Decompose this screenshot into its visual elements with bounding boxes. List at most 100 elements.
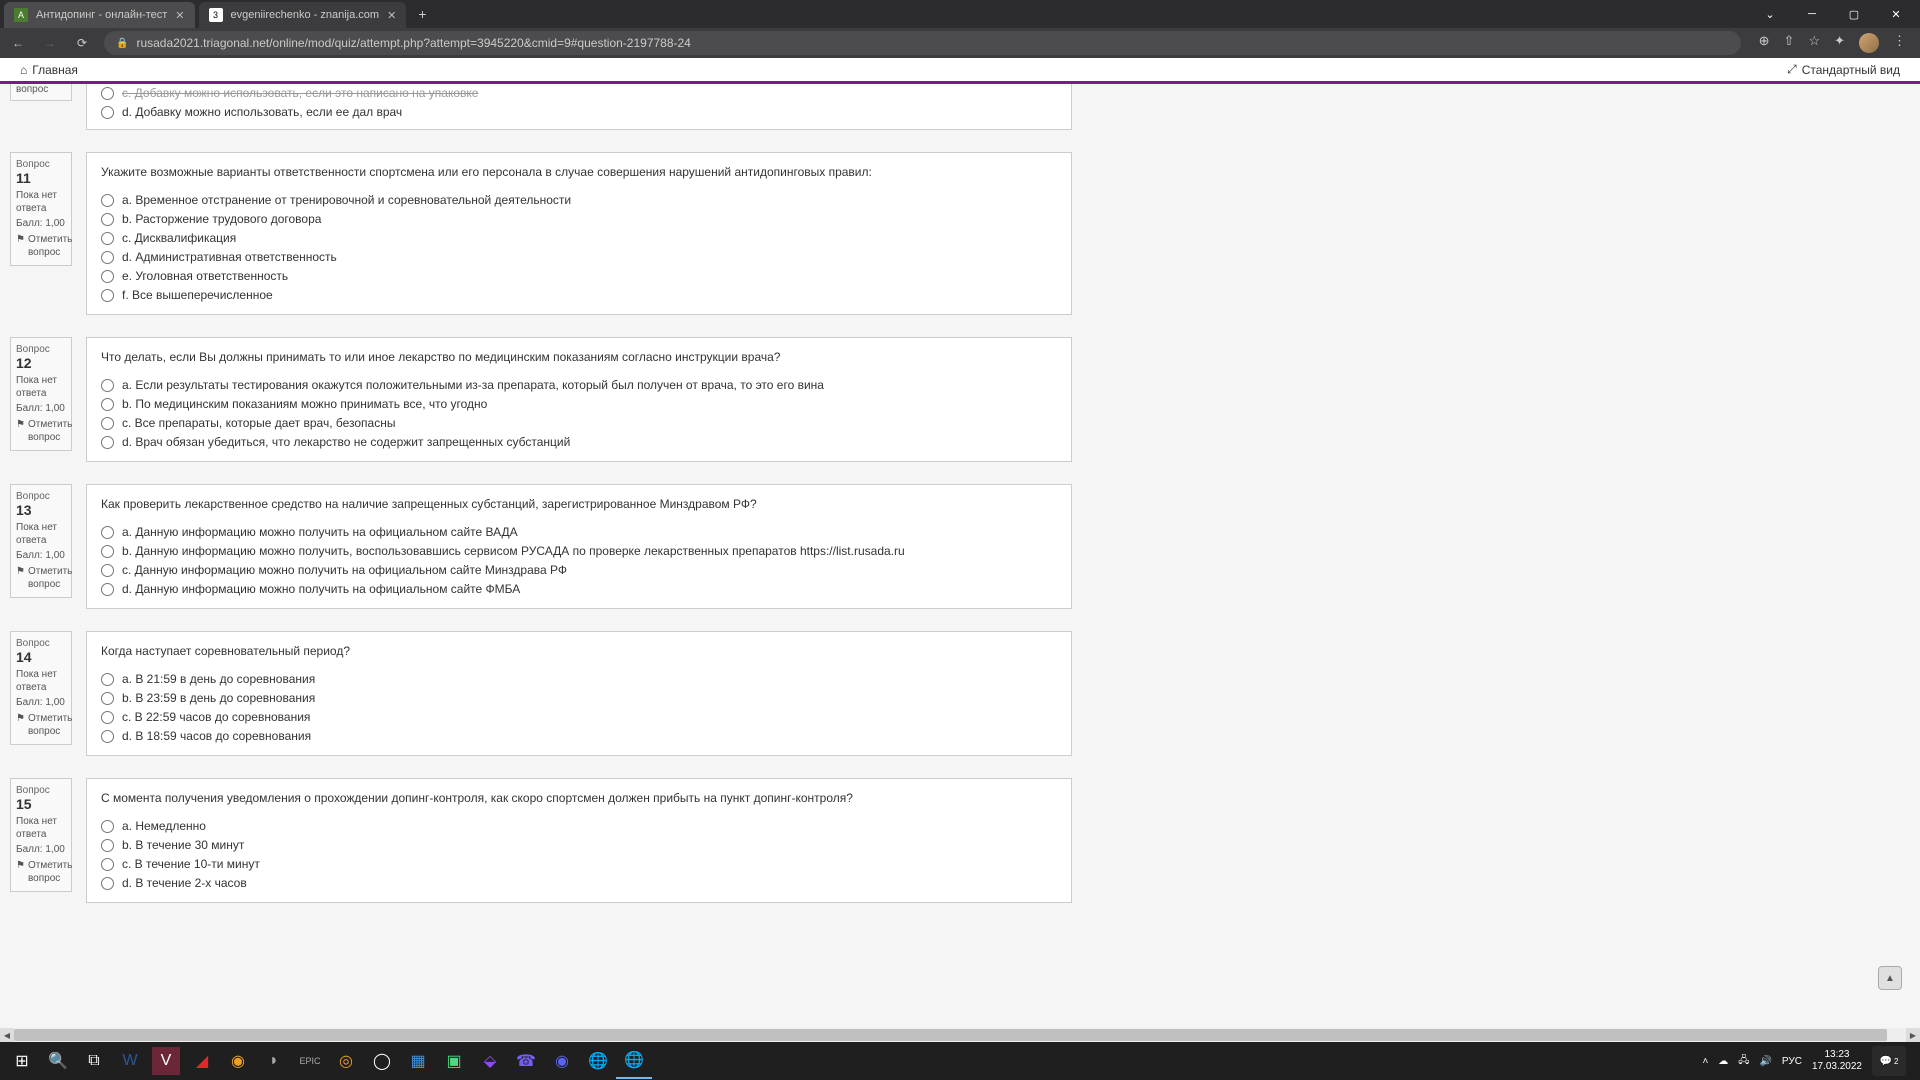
radio-input[interactable] xyxy=(101,213,114,226)
answer-option[interactable]: c. Все препараты, которые дает врач, без… xyxy=(101,416,1057,430)
tab-1[interactable]: A Антидопинг - онлайн-тест ✕ xyxy=(4,2,195,28)
back-button[interactable]: ← xyxy=(8,33,28,53)
url-input[interactable]: 🔒 rusada2021.triagonal.net/online/mod/qu… xyxy=(104,31,1741,55)
chrome-icon[interactable]: 🌐 xyxy=(580,1043,616,1079)
radio-input[interactable] xyxy=(101,711,114,724)
radio-input[interactable] xyxy=(101,564,114,577)
answer-option[interactable]: a. Немедленно xyxy=(101,819,1057,833)
tray-lang[interactable]: РУС xyxy=(1782,1056,1802,1067)
window-maximize-icon[interactable]: ▢ xyxy=(1834,1,1874,27)
flag-question-button[interactable]: ⚑Отметить вопрос xyxy=(16,712,66,738)
radio-input[interactable] xyxy=(101,398,114,411)
answer-option[interactable]: a. Данную информацию можно получить на о… xyxy=(101,525,1057,539)
answer-option[interactable]: e. Уголовная ответственность xyxy=(101,269,1057,283)
app-icon-3[interactable]: ▣ xyxy=(436,1043,472,1079)
profile-avatar[interactable] xyxy=(1859,33,1879,53)
search-icon[interactable]: 🔍 xyxy=(40,1043,76,1079)
tray-clock[interactable]: 13:23 17.03.2022 xyxy=(1812,1049,1862,1073)
radio-input[interactable] xyxy=(101,820,114,833)
new-tab-button[interactable]: + xyxy=(406,6,438,22)
radio-input[interactable] xyxy=(101,436,114,449)
films-icon[interactable]: ▦ xyxy=(400,1043,436,1079)
answer-option[interactable]: a. Временное отстранение от тренировочно… xyxy=(101,193,1057,207)
word-icon[interactable]: W xyxy=(112,1043,148,1079)
answer-option[interactable]: b. По медицинским показаниям можно прини… xyxy=(101,397,1057,411)
scroll-to-top-button[interactable]: ▲ xyxy=(1878,966,1902,990)
radio-input[interactable] xyxy=(101,692,114,705)
radio-input[interactable] xyxy=(101,289,114,302)
zoom-icon[interactable]: ⊕ xyxy=(1759,33,1770,53)
radio-input[interactable] xyxy=(101,839,114,852)
discord-icon[interactable]: ◉ xyxy=(544,1043,580,1079)
app-icon-2[interactable]: ◯ xyxy=(364,1043,400,1079)
flag-question-button[interactable]: ⚑Отметить вопрос xyxy=(16,233,66,259)
answer-option[interactable]: d. В 18:59 часов до соревнования xyxy=(101,729,1057,743)
radio-input[interactable] xyxy=(101,858,114,871)
radio-input[interactable] xyxy=(101,877,114,890)
radio-input[interactable] xyxy=(101,379,114,392)
radio-input[interactable] xyxy=(101,545,114,558)
hscroll-track[interactable] xyxy=(14,1028,1906,1042)
flag-question-button[interactable]: ⚑Отметить вопрос xyxy=(16,565,66,591)
flag-question-button[interactable]: ⚑Отметить вопрос xyxy=(16,859,66,885)
window-dropdown-icon[interactable]: ⌄ xyxy=(1750,1,1790,27)
hscroll-thumb[interactable] xyxy=(14,1029,1887,1041)
answer-option[interactable]: d. Врач обязан убедиться, что лекарство … xyxy=(101,435,1057,449)
reload-button[interactable]: ⟳ xyxy=(72,33,92,53)
radio-input[interactable] xyxy=(101,270,114,283)
radio-input[interactable] xyxy=(101,232,114,245)
extensions-icon[interactable]: ✦ xyxy=(1834,33,1845,53)
radio-input[interactable] xyxy=(101,417,114,430)
notification-button[interactable]: 💬 2 xyxy=(1872,1046,1906,1076)
radio-input[interactable] xyxy=(101,583,114,596)
answer-option[interactable]: c. Данную информацию можно получить на о… xyxy=(101,563,1057,577)
radio-input[interactable] xyxy=(101,194,114,207)
flag-question-button[interactable]: ⚑Отметить вопрос xyxy=(16,418,66,444)
answer-option[interactable]: d. Административная ответственность xyxy=(101,250,1057,264)
tab-2[interactable]: 3 evgeniirechenko - znanija.com ✕ xyxy=(199,2,407,28)
window-close-icon[interactable]: ✕ xyxy=(1876,1,1916,27)
steam-icon[interactable]: ◗ xyxy=(256,1043,292,1079)
forward-button[interactable]: → xyxy=(40,33,60,53)
twitch-icon[interactable]: ⬙ xyxy=(472,1043,508,1079)
csgo-icon[interactable]: ◉ xyxy=(220,1043,256,1079)
viber-icon[interactable]: ☎ xyxy=(508,1043,544,1079)
vivaldi-icon[interactable]: V xyxy=(152,1047,180,1075)
tab-2-close-icon[interactable]: ✕ xyxy=(387,9,396,22)
task-view-icon[interactable]: ⧉ xyxy=(76,1043,112,1079)
answer-option[interactable]: d. Добавку можно использовать, если ее д… xyxy=(101,105,1057,119)
answer-option[interactable]: d. В течение 2-х часов xyxy=(101,876,1057,890)
answer-option[interactable]: b. В течение 30 минут xyxy=(101,838,1057,852)
answer-option[interactable]: a. В 21:59 в день до соревнования xyxy=(101,672,1057,686)
answer-option[interactable]: c. В течение 10-ти минут xyxy=(101,857,1057,871)
radio-input[interactable] xyxy=(101,87,114,100)
question-10-flag-partial[interactable]: вопрос xyxy=(16,84,66,95)
answer-option[interactable]: c. Дисквалификация xyxy=(101,231,1057,245)
answer-option[interactable]: d. Данную информацию можно получить на о… xyxy=(101,582,1057,596)
answer-option[interactable]: a. Если результаты тестирования окажутся… xyxy=(101,378,1057,392)
hscroll-left-button[interactable]: ◀ xyxy=(0,1028,14,1042)
answer-option[interactable]: c. Добавку можно использовать, если это … xyxy=(101,86,1057,100)
window-minimize-icon[interactable]: ─ xyxy=(1792,1,1832,27)
answer-option[interactable]: b. Расторжение трудового договора xyxy=(101,212,1057,226)
answer-option[interactable]: c. В 22:59 часов до соревнования xyxy=(101,710,1057,724)
epic-icon[interactable]: EPIC xyxy=(292,1043,328,1079)
radio-input[interactable] xyxy=(101,251,114,264)
app-icon-1[interactable]: ◎ xyxy=(328,1043,364,1079)
answer-option[interactable]: b. В 23:59 в день до соревнования xyxy=(101,691,1057,705)
share-icon[interactable]: ⇧ xyxy=(1784,33,1795,53)
radio-input[interactable] xyxy=(101,730,114,743)
bookmark-icon[interactable]: ☆ xyxy=(1808,33,1820,53)
answer-option[interactable]: b. Данную информацию можно получить, вос… xyxy=(101,544,1057,558)
start-button[interactable]: ⊞ xyxy=(4,1043,40,1079)
tray-cloud-icon[interactable]: ☁ xyxy=(1718,1056,1728,1067)
standard-view-link[interactable]: ⤢ Стандартный вид xyxy=(1787,62,1900,77)
radio-input[interactable] xyxy=(101,526,114,539)
answer-option[interactable]: f. Все вышеперечисленное xyxy=(101,288,1057,302)
tray-volume-icon[interactable]: 🔊 xyxy=(1759,1056,1771,1067)
chrome-canary-icon[interactable]: 🌐 xyxy=(616,1043,652,1079)
hscroll-right-button[interactable]: ▶ xyxy=(1906,1028,1920,1042)
tray-network-icon[interactable]: 🖧 xyxy=(1738,1053,1749,1070)
tray-chevron-icon[interactable]: ˄ xyxy=(1702,1056,1708,1067)
menu-icon[interactable]: ⋮ xyxy=(1893,33,1906,53)
